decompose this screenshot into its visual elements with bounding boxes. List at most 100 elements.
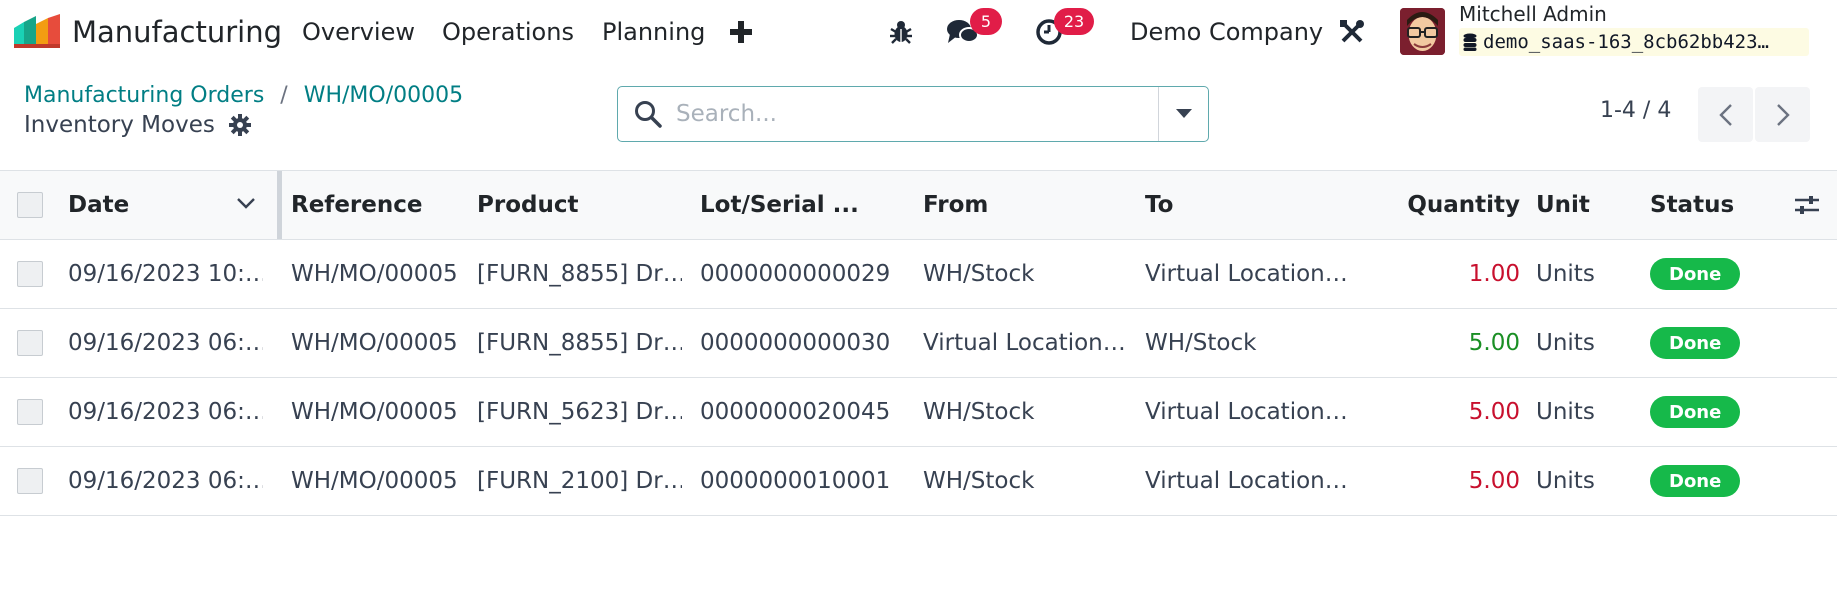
cell-reference: WH/MO/00005 [291, 468, 458, 494]
debug-tools-icon[interactable] [1338, 0, 1366, 64]
column-header-status[interactable]: Status [1650, 171, 1760, 239]
company-switcher[interactable]: Demo Company [1130, 0, 1323, 64]
column-header-quantity[interactable]: Quantity [1380, 171, 1520, 239]
column-header-reference[interactable]: Reference [291, 171, 463, 239]
cell-unit: Units [1536, 330, 1595, 356]
table-row[interactable]: 09/16/2023 06:… WH/MO/00005 [FURN_5623] … [0, 378, 1837, 447]
cell-unit: Units [1536, 399, 1595, 425]
database-icon [1463, 33, 1477, 51]
row-select-cell [17, 309, 43, 377]
cell-reference: WH/MO/00005 [291, 261, 458, 287]
cell-lot-serial: 0000000010001 [700, 468, 891, 494]
cell-from: Virtual Location… [923, 329, 1125, 356]
select-all-checkbox[interactable] [17, 192, 43, 218]
search-icon [634, 100, 662, 134]
cell-status: Done [1650, 447, 1760, 515]
table-row[interactable]: 09/16/2023 10:… WH/MO/00005 [FURN_8855] … [0, 240, 1837, 309]
search-filters-toggle[interactable] [1159, 87, 1209, 141]
cell-lot-serial: 0000000000029 [700, 261, 891, 287]
app-name[interactable]: Manufacturing [72, 0, 282, 64]
table-row[interactable]: 09/16/2023 06:… WH/MO/00005 [FURN_8855] … [0, 309, 1837, 378]
menu-operations[interactable]: Operations [442, 0, 574, 64]
table-header: Date Reference Product Lot/Serial ... Fr… [0, 170, 1837, 240]
cell-to: Virtual Location… [1145, 260, 1348, 287]
breadcrumb-order[interactable]: WH/MO/00005 [304, 83, 463, 108]
column-resize-handle[interactable] [277, 171, 282, 239]
chevron-left-icon [1718, 103, 1732, 126]
activities-count-badge: 23 [1054, 8, 1094, 35]
cell-reference: WH/MO/00005 [291, 399, 458, 425]
status-badge: Done [1650, 396, 1741, 428]
cell-date: 09/16/2023 06:… [68, 398, 263, 425]
cell-quantity: 5.00 [1468, 330, 1520, 356]
column-header-unit[interactable]: Unit [1536, 171, 1616, 239]
cell-lot-serial: 0000000000030 [700, 330, 891, 356]
chevron-down-icon[interactable] [236, 189, 256, 215]
cell-status: Done [1650, 240, 1760, 308]
row-checkbox[interactable] [17, 399, 43, 425]
status-badge: Done [1650, 465, 1741, 497]
page-title: Inventory Moves [24, 112, 215, 138]
top-navbar: Manufacturing Overview Operations Planni… [0, 0, 1837, 64]
user-name[interactable]: Mitchell Admin [1459, 2, 1607, 26]
column-header-lot-serial[interactable]: Lot/Serial ... [700, 171, 900, 239]
cell-status: Done [1650, 309, 1760, 377]
page-title-row: Inventory Moves [24, 112, 251, 138]
row-select-cell [17, 240, 43, 308]
column-header-to[interactable]: To [1145, 171, 1350, 239]
row-select-cell [17, 378, 43, 446]
cell-to: WH/Stock [1145, 329, 1257, 356]
cell-product: [FURN_2100] Dr… [477, 467, 682, 494]
app-logo-icon[interactable] [12, 0, 60, 64]
cell-date: 09/16/2023 06:… [68, 329, 263, 356]
pager-previous-button[interactable] [1698, 87, 1753, 142]
gear-icon[interactable] [228, 114, 251, 136]
breadcrumb: Manufacturing Orders / WH/MO/00005 [24, 83, 463, 108]
cell-from: WH/Stock [923, 260, 1035, 287]
menu-planning[interactable]: Planning [602, 0, 705, 64]
database-name-chip: demo_saas-163_8cb62bb423… [1459, 28, 1809, 56]
column-header-from[interactable]: From [923, 171, 1125, 239]
cell-from: WH/Stock [923, 398, 1035, 425]
pager-next-button[interactable] [1755, 87, 1810, 142]
pager-value[interactable]: 1-4 / 4 [1600, 98, 1671, 123]
cell-quantity: 5.00 [1468, 399, 1520, 425]
bug-icon[interactable] [888, 0, 914, 64]
status-badge: Done [1650, 258, 1741, 290]
chevron-right-icon [1776, 103, 1790, 126]
table-row[interactable]: 09/16/2023 06:… WH/MO/00005 [FURN_2100] … [0, 447, 1837, 516]
cell-from: WH/Stock [923, 467, 1035, 494]
column-header-date[interactable]: Date [68, 171, 263, 239]
search-bar [617, 86, 1209, 142]
row-checkbox[interactable] [17, 468, 43, 494]
cell-date: 09/16/2023 06:… [68, 467, 263, 494]
cell-quantity: 1.00 [1468, 261, 1520, 287]
row-checkbox[interactable] [17, 261, 43, 287]
caret-down-icon [1176, 109, 1192, 118]
column-header-product[interactable]: Product [477, 171, 682, 239]
breadcrumb-separator: / [280, 83, 288, 108]
search-input[interactable] [676, 95, 1166, 133]
row-checkbox[interactable] [17, 330, 43, 356]
cell-product: [FURN_8855] Dr… [477, 329, 682, 356]
cell-unit: Units [1536, 261, 1595, 287]
menu-overview[interactable]: Overview [302, 0, 415, 64]
cell-quantity: 5.00 [1468, 468, 1520, 494]
breadcrumb-manufacturing-orders[interactable]: Manufacturing Orders [24, 83, 264, 108]
cell-to: Virtual Location… [1145, 467, 1348, 494]
cell-lot-serial: 0000000020045 [700, 399, 891, 425]
cell-status: Done [1650, 378, 1760, 446]
user-avatar[interactable] [1400, 8, 1445, 55]
cell-unit: Units [1536, 468, 1595, 494]
plus-icon[interactable] [730, 0, 752, 64]
status-badge: Done [1650, 327, 1741, 359]
select-all-cell [17, 171, 43, 239]
cell-product: [FURN_8855] Dr… [477, 260, 682, 287]
optional-columns-icon[interactable] [1790, 171, 1824, 239]
cell-product: [FURN_5623] Dr… [477, 398, 682, 425]
database-name: demo_saas-163_8cb62bb423… [1483, 31, 1769, 53]
cell-reference: WH/MO/00005 [291, 330, 458, 356]
messages-count-badge: 5 [970, 8, 1002, 35]
cell-to: Virtual Location… [1145, 398, 1348, 425]
cell-date: 09/16/2023 10:… [68, 260, 263, 287]
